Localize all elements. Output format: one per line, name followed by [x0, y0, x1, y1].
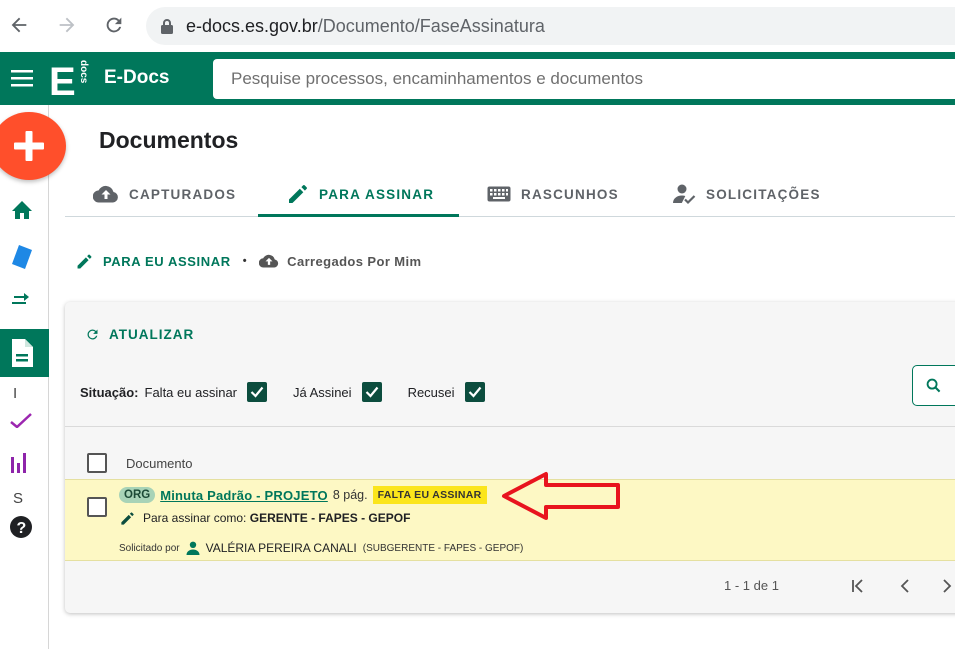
- filter-label: Já Assinei: [293, 384, 352, 400]
- requested-by-label: Solicitado por: [119, 542, 180, 554]
- sign-as-line: Para assinar como: GERENTE - FAPES - GEP…: [120, 508, 410, 528]
- document-icon: [10, 339, 34, 367]
- first-page-icon[interactable]: [849, 577, 867, 595]
- sub-nav-separator: •: [242, 255, 248, 267]
- search-icon: [926, 378, 941, 393]
- row-checkbox[interactable]: [87, 497, 107, 517]
- checkbox-checked[interactable]: [361, 382, 382, 402]
- checkbox-checked[interactable]: [247, 382, 268, 402]
- brand-name: E-Docs: [104, 67, 170, 88]
- filter-falta-eu-assinar[interactable]: Falta eu assinar: [145, 382, 268, 402]
- filter-label: Recusei: [407, 384, 455, 400]
- document-link[interactable]: Minuta Padrão - PROJETO: [160, 488, 328, 503]
- row-title-line: ORG Minuta Padrão - PROJETO 8 pág. FALTA…: [119, 485, 487, 505]
- pencil-icon: [120, 511, 135, 526]
- forward-arrow-icon[interactable]: [54, 12, 80, 38]
- refresh-button[interactable]: ATUALIZAR: [85, 325, 194, 343]
- back-arrow-icon[interactable]: [6, 12, 32, 38]
- filter-label: Falta eu assinar: [144, 384, 238, 400]
- annotation-arrow-icon: [500, 470, 624, 522]
- bar-chart-icon[interactable]: [10, 451, 32, 473]
- check-icon: [365, 386, 378, 398]
- search-button[interactable]: [912, 365, 955, 406]
- tab-label: PARA ASSINAR: [319, 186, 435, 202]
- requester-role: (SUBGERENTE - FAPES - GEPOF): [362, 542, 524, 554]
- help-icon[interactable]: ?: [10, 515, 32, 539]
- select-all-checkbox[interactable]: [87, 453, 107, 473]
- checkbox-checked[interactable]: [464, 382, 485, 402]
- user-check-icon: [672, 183, 696, 205]
- documents-card: [65, 302, 955, 613]
- home-icon[interactable]: [10, 198, 34, 222]
- logo-letter: E: [49, 60, 76, 100]
- edocs-logo[interactable]: E docs: [48, 58, 90, 100]
- pencil-icon: [76, 253, 93, 270]
- transfer-icon[interactable]: [10, 291, 34, 311]
- refresh-label: ATUALIZAR: [109, 326, 195, 342]
- rail-letter-s: S: [13, 490, 24, 507]
- next-page-icon[interactable]: [938, 577, 955, 595]
- situation-filters: Situação: Falta eu assinar Já Assinei Re…: [80, 378, 485, 406]
- create-fab-button[interactable]: [0, 112, 66, 180]
- sub-tab-carregados-por-mim[interactable]: Carregados Por Mim: [287, 254, 421, 269]
- tab-capturados[interactable]: CAPTURADOS: [93, 172, 236, 216]
- previous-page-icon[interactable]: [896, 577, 914, 595]
- keyboard-icon: [487, 186, 511, 202]
- org-badge: ORG: [119, 487, 156, 503]
- document-tag-icon[interactable]: [10, 244, 34, 270]
- filter-ja-assinei[interactable]: Já Assinei: [293, 382, 382, 402]
- rail-letter-i: I: [13, 385, 18, 402]
- address-bar[interactable]: e-docs.es.gov.br/Documento/FaseAssinatur…: [146, 7, 955, 45]
- logo-side-text: docs: [78, 60, 89, 84]
- documents-nav-item[interactable]: [0, 329, 49, 377]
- tab-label: CAPTURADOS: [129, 186, 237, 202]
- tab-label: SOLICITAÇÕES: [706, 186, 821, 202]
- sub-navigation: PARA EU ASSINAR • Carregados Por Mim: [76, 250, 422, 272]
- tab-para-assinar[interactable]: PARA ASSINAR: [287, 172, 434, 216]
- refresh-icon: [85, 327, 100, 342]
- sign-as-label: Para assinar como: GERENTE - FAPES - GEP…: [143, 511, 411, 525]
- search-placeholder: Pesquise processos, encaminhamentos e do…: [231, 69, 644, 88]
- tab-solicitacoes[interactable]: SOLICITAÇÕES: [672, 172, 821, 216]
- person-icon: [186, 541, 200, 555]
- page-count: 8 pág.: [332, 488, 368, 502]
- cloud-upload-icon: [259, 254, 279, 268]
- tab-rascunhos[interactable]: RASCUNHOS: [487, 172, 619, 216]
- tabs-divider: [65, 216, 955, 217]
- table-divider: [65, 426, 955, 427]
- check-icon: [250, 386, 264, 398]
- requested-by-line: Solicitado por VALÉRIA PEREIRA CANALI (S…: [119, 538, 523, 558]
- pagination-label: 1 - 1 de 1: [724, 578, 779, 593]
- global-search-input[interactable]: Pesquise processos, encaminhamentos e do…: [213, 59, 955, 99]
- check-icon: [468, 386, 481, 398]
- active-tab-indicator: [258, 214, 459, 217]
- sub-tab-para-eu-assinar[interactable]: PARA EU ASSINAR: [103, 254, 231, 269]
- situacao-label: Situação:: [80, 384, 139, 400]
- filter-recusei[interactable]: Recusei: [408, 382, 485, 402]
- left-rail: [0, 105, 49, 649]
- trend-icon[interactable]: [10, 412, 32, 428]
- cloud-upload-icon: [93, 185, 119, 203]
- status-badge: FALTA EU ASSINAR: [372, 486, 487, 504]
- plus-icon: [12, 129, 46, 163]
- browser-toolbar: e-docs.es.gov.br/Documento/FaseAssinatur…: [0, 0, 955, 52]
- column-header-documento: Documento: [126, 456, 193, 471]
- tab-label: RASCUNHOS: [521, 186, 619, 202]
- page-title: Documentos: [99, 127, 239, 153]
- requester-name: VALÉRIA PEREIRA CANALI: [205, 541, 357, 555]
- url-text: e-docs.es.gov.br/Documento/FaseAssinatur…: [186, 15, 545, 36]
- reload-icon[interactable]: [101, 12, 127, 38]
- menu-icon[interactable]: [11, 68, 33, 88]
- svg-text:?: ?: [17, 520, 27, 537]
- lock-icon: [160, 18, 174, 34]
- pencil-icon: [287, 183, 309, 205]
